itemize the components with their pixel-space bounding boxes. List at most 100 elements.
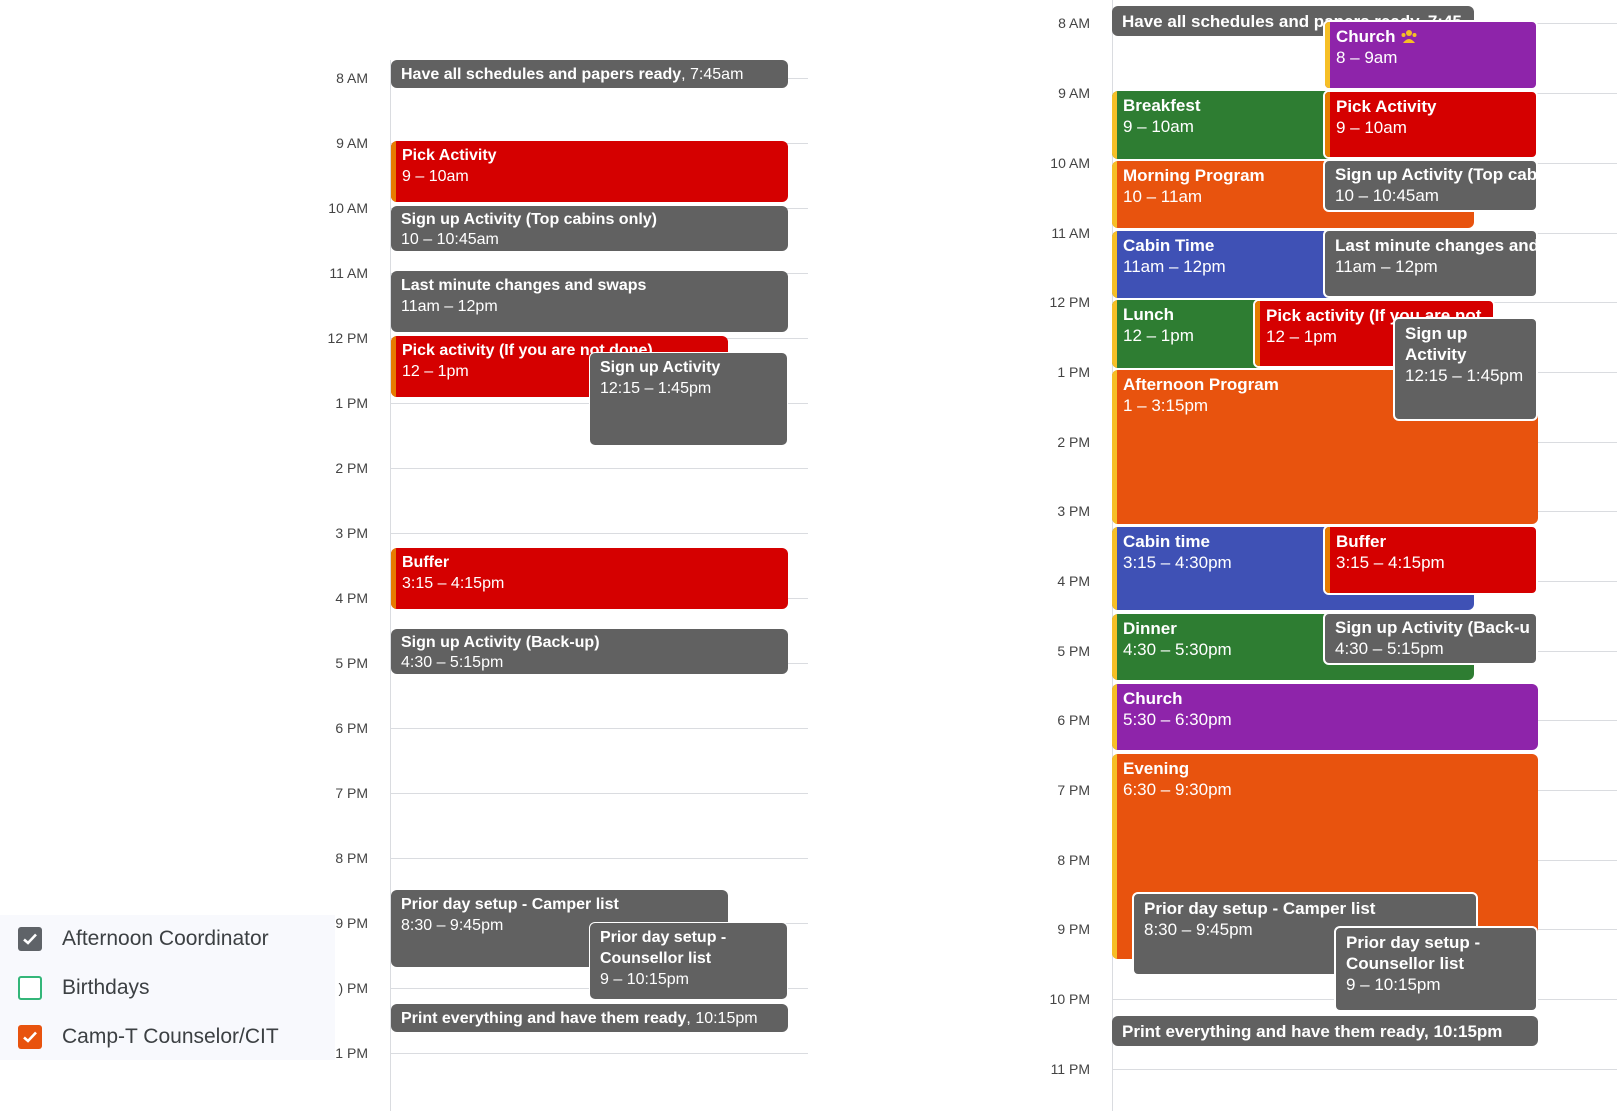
- hour-label: 7 PM: [335, 785, 368, 801]
- event-buffer[interactable]: Buffer 3:15 – 4:15pm: [1323, 525, 1538, 595]
- hour-label: 8 PM: [1057, 852, 1090, 868]
- right-day-view: 8 AM 9 AM 10 AM 11 AM 12 PM 1 PM 2 PM 3 …: [1030, 0, 1617, 1111]
- event-time: 5:30 – 6:30pm: [1123, 710, 1232, 729]
- hour-label: 6 PM: [335, 720, 368, 736]
- event-time: 10 – 10:45am: [401, 231, 499, 248]
- event-title: Church: [1336, 27, 1396, 46]
- event-print-everything[interactable]: Print everything and have them ready, 10…: [391, 1004, 788, 1032]
- event-title: Evening: [1123, 759, 1190, 778]
- calendar-list: Afternoon Coordinator Birthdays Camp-T C…: [0, 915, 335, 1060]
- calendar-label: Birthdays: [62, 976, 150, 999]
- hour-label: 5 PM: [335, 655, 368, 671]
- event-time: 9 – 10:15pm: [600, 971, 689, 988]
- event-title: Prior day setup - Camper list: [1144, 899, 1376, 918]
- hour-label: 11 AM: [1051, 225, 1090, 241]
- event-counsellor-list[interactable]: Prior day setup - Counsellor list 9 – 10…: [1334, 926, 1538, 1012]
- hour-label: 6 PM: [1057, 712, 1090, 728]
- event-title: Print everything and have them ready: [401, 1010, 687, 1027]
- event-time: 3:15 – 4:15pm: [1336, 553, 1445, 572]
- event-church-evening[interactable]: Church 5:30 – 6:30pm: [1112, 684, 1538, 750]
- calendar-color-stripe: [1112, 91, 1117, 159]
- event-last-minute-changes[interactable]: Last minute changes and swaps 11am – 12p…: [391, 271, 788, 332]
- checkbox-checked-icon[interactable]: [18, 927, 42, 951]
- hour-gridline: [1112, 1069, 1617, 1070]
- hour-label: 2 PM: [335, 460, 368, 476]
- calendar-color-stripe: [391, 548, 396, 609]
- event-sign-up-backup[interactable]: Sign up Activity (Back-up) 4:30 – 5:15pm: [391, 629, 788, 674]
- event-title: Sign up Activity: [600, 359, 721, 376]
- event-title: Print everything and have them ready, 10…: [1122, 1022, 1503, 1041]
- calendar-item-birthdays[interactable]: Birthdays: [18, 973, 150, 1003]
- event-sign-up-activity[interactable]: Sign up Activity 12:15 – 1:45pm: [1393, 317, 1538, 421]
- event-time: 4:30 – 5:15pm: [401, 654, 504, 671]
- calendar-color-stripe: [1112, 754, 1117, 959]
- event-time: , 7:45am: [681, 66, 744, 83]
- event-time: 9 – 10am: [1336, 118, 1407, 137]
- event-title: Buffer: [1336, 532, 1387, 551]
- event-pick-activity[interactable]: Pick Activity 9 – 10am: [391, 141, 788, 202]
- calendar-item-camp-t-counselor[interactable]: Camp-T Counselor/CIT: [18, 1022, 279, 1052]
- hour-label: 1 PM: [335, 395, 368, 411]
- event-title: Church: [1123, 689, 1183, 708]
- calendar-color-stripe: [391, 141, 396, 202]
- checkbox-unchecked-icon[interactable]: [18, 976, 42, 1000]
- event-title: Prior day setup - Counsellor list: [1346, 933, 1481, 973]
- checkbox-checked-icon[interactable]: [18, 1025, 42, 1049]
- event-time: 10 – 10:45am: [1335, 186, 1439, 205]
- event-time: 11am – 12pm: [401, 298, 498, 315]
- event-cabin-time[interactable]: Cabin Time 11am – 12pm: [1112, 231, 1334, 298]
- calendar-color-stripe: [391, 336, 396, 397]
- event-time: 3:15 – 4:15pm: [402, 575, 505, 592]
- calendar-color-stripe: [1112, 614, 1117, 680]
- event-pick-activity[interactable]: Pick Activity 9 – 10am: [1323, 90, 1538, 159]
- hour-label: 11 AM: [329, 265, 368, 281]
- event-time: 11am – 12pm: [1335, 257, 1438, 276]
- event-breakfast[interactable]: Breakfest 9 – 10am: [1112, 91, 1334, 159]
- event-time: 9 – 10am: [402, 168, 469, 185]
- hour-label: 8 AM: [336, 70, 368, 86]
- hour-label: 8 PM: [335, 850, 368, 866]
- calendar-color-stripe: [1325, 527, 1330, 593]
- event-church-morning[interactable]: Church 8 – 9am: [1323, 20, 1538, 90]
- event-time: 8 – 9am: [1336, 48, 1398, 67]
- event-title: Pick Activity: [402, 147, 497, 164]
- event-print-everything[interactable]: Print everything and have them ready, 10…: [1112, 1016, 1538, 1046]
- hour-gridline: [390, 793, 808, 794]
- event-sign-up-top-cabins[interactable]: Sign up Activity (Top cab 10 – 10:45am: [1323, 159, 1538, 212]
- event-lunch[interactable]: Lunch 12 – 1pm: [1112, 300, 1262, 368]
- hour-label: 12 PM: [1049, 294, 1090, 310]
- hour-label: 9 AM: [1058, 85, 1090, 101]
- hour-label: 3 PM: [1057, 503, 1090, 519]
- event-last-minute-changes[interactable]: Last minute changes and 11am – 12pm: [1323, 229, 1538, 298]
- calendar-label: Camp-T Counselor/CIT: [62, 1025, 279, 1048]
- hour-label: 5 PM: [1057, 643, 1090, 659]
- event-buffer[interactable]: Buffer 3:15 – 4:15pm: [391, 548, 788, 609]
- calendar-color-stripe: [1112, 300, 1117, 368]
- event-sign-up-top-cabins[interactable]: Sign up Activity (Top cabins only) 10 – …: [391, 206, 788, 251]
- calendar-color-stripe: [1255, 301, 1260, 366]
- calendar-color-stripe: [1112, 161, 1117, 228]
- event-counsellor-list[interactable]: Prior day setup - Counsellor list 9 – 10…: [589, 922, 788, 1000]
- event-sign-up-activity[interactable]: Sign up Activity 12:15 – 1:45pm: [589, 352, 788, 446]
- event-have-all-schedules[interactable]: Have all schedules and papers ready, 7:4…: [391, 60, 788, 88]
- calendar-color-stripe: [1112, 684, 1117, 750]
- calendar-item-afternoon-coordinator[interactable]: Afternoon Coordinator: [18, 924, 269, 954]
- calendar-color-stripe: [1112, 370, 1117, 524]
- hour-label: 10 AM: [1050, 155, 1090, 171]
- calendar-color-stripe: [1325, 22, 1330, 88]
- event-time: 9 – 10:15pm: [1346, 975, 1441, 994]
- event-title: Sign up Activity (Back-up): [401, 634, 600, 651]
- event-title: Buffer: [402, 554, 450, 571]
- hour-gridline: [390, 1053, 808, 1054]
- calendar-color-stripe: [1325, 92, 1330, 157]
- calendar-color-stripe: [1112, 527, 1117, 610]
- event-time: 6:30 – 9:30pm: [1123, 780, 1232, 799]
- hour-label: 10 AM: [328, 200, 368, 216]
- event-time: 9 – 10am: [1123, 117, 1194, 136]
- event-time: , 10:15pm: [686, 1010, 758, 1027]
- hour-gridline: [390, 533, 808, 534]
- event-sign-up-backup[interactable]: Sign up Activity (Back-u 4:30 – 5:15pm: [1323, 612, 1538, 665]
- hour-gridline: [390, 728, 808, 729]
- event-time: 11am – 12pm: [1123, 257, 1226, 276]
- calendar-label: Afternoon Coordinator: [62, 927, 269, 950]
